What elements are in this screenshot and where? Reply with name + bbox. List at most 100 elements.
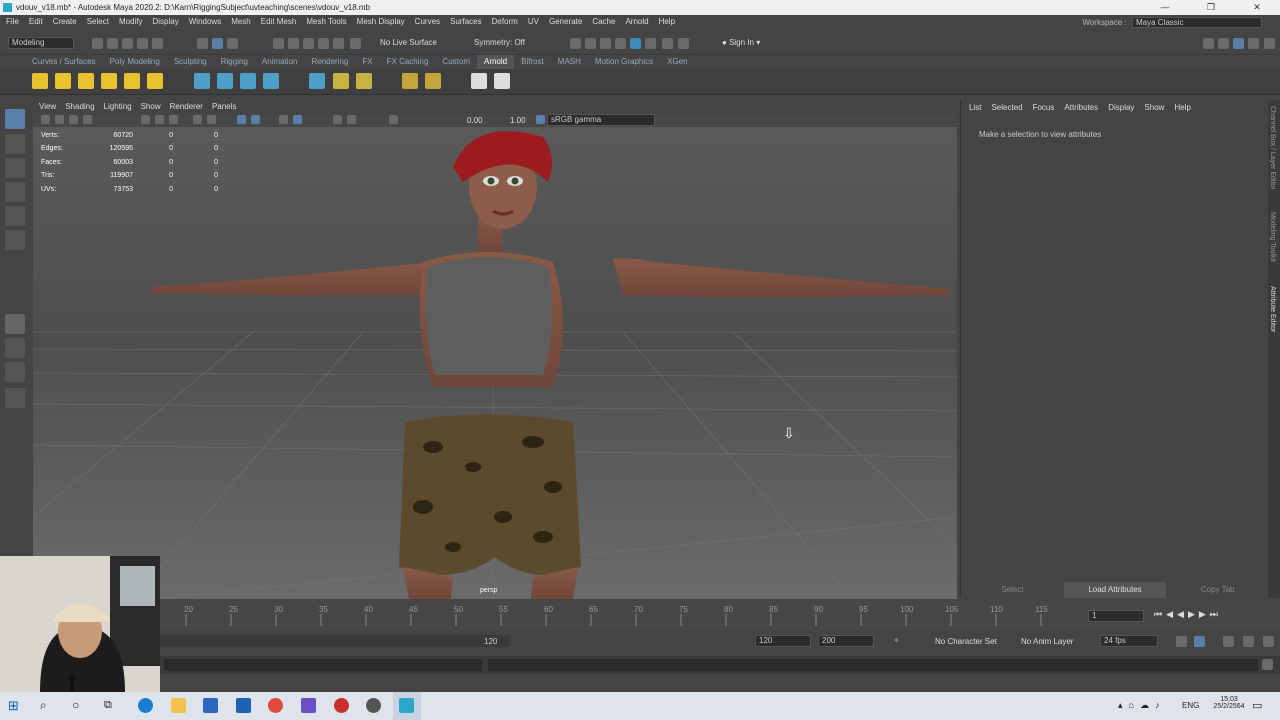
restore-icon[interactable]: ❐ xyxy=(1188,0,1234,15)
menu-generate[interactable]: Generate xyxy=(549,17,582,26)
menu-surfaces[interactable]: Surfaces xyxy=(450,17,482,26)
menu-cache[interactable]: Cache xyxy=(592,17,615,26)
single-view-layout-icon[interactable] xyxy=(5,314,25,334)
menu-curves[interactable]: Curves xyxy=(415,17,440,26)
shelf-tab-poly-modeling[interactable]: Poly Modeling xyxy=(103,55,167,69)
image-plane-icon[interactable] xyxy=(83,115,92,124)
end-frame-field[interactable]: 120 xyxy=(755,635,811,647)
maya-taskbar-button[interactable] xyxy=(393,692,421,720)
language-indicator[interactable]: ENG xyxy=(1182,701,1199,710)
range-slider-end[interactable]: 120 xyxy=(484,637,497,646)
render-view-icon[interactable] xyxy=(570,38,581,49)
create-set-icon[interactable] xyxy=(309,73,325,89)
flush-cache-icon[interactable] xyxy=(402,73,418,89)
sign-in-button[interactable]: ● Sign In ▾ xyxy=(722,38,802,47)
settings-icon[interactable] xyxy=(1263,636,1274,647)
texture-manager-icon[interactable] xyxy=(425,73,441,89)
select-object-icon[interactable] xyxy=(212,38,223,49)
gamma-value[interactable]: 1.00 xyxy=(510,116,526,125)
physical-sky-icon[interactable] xyxy=(147,73,163,89)
arnold-ipr-icon[interactable] xyxy=(662,38,673,49)
modeling-toolkit-icon[interactable] xyxy=(1264,38,1275,49)
open-scene-icon[interactable] xyxy=(107,38,118,49)
color-space-dropdown[interactable]: sRGB gamma xyxy=(547,114,655,126)
pause-icon[interactable] xyxy=(678,38,689,49)
menu-mesh-display[interactable]: Mesh Display xyxy=(357,17,405,26)
paint-select-tool-icon[interactable] xyxy=(5,158,25,178)
workspace-dropdown[interactable]: Maya Classic xyxy=(1132,17,1262,28)
volume-icon[interactable] xyxy=(217,73,233,89)
time-slider[interactable]: 20 25 30 35 40 45 50 55 60 65 70 75 80 8… xyxy=(160,600,1280,630)
tab-channel-box[interactable]: Channel Box / Layer Editor xyxy=(1269,106,1276,190)
animation-preferences-icon[interactable] xyxy=(1194,636,1205,647)
viewport-menu-panels[interactable]: Panels xyxy=(212,102,236,111)
menu-modify[interactable]: Modify xyxy=(119,17,143,26)
sound-icon[interactable] xyxy=(1223,636,1234,647)
viewport-menu-show[interactable]: Show xyxy=(141,102,161,111)
add-to-set-icon[interactable] xyxy=(333,73,349,89)
menu-arnold[interactable]: Arnold xyxy=(625,17,648,26)
curve-collector-icon[interactable] xyxy=(240,73,256,89)
load-attributes-button[interactable]: Load Attributes xyxy=(1063,582,1167,598)
select-tool-icon[interactable] xyxy=(5,109,25,129)
shelf-tab-mash[interactable]: MASH xyxy=(551,55,588,69)
mail-icon[interactable] xyxy=(236,698,251,713)
menu-create[interactable]: Create xyxy=(53,17,77,26)
ae-menu-list[interactable]: List xyxy=(969,103,981,112)
ambient-occlusion-icon[interactable] xyxy=(293,115,302,124)
select-component-icon[interactable] xyxy=(227,38,238,49)
use-all-lights-icon[interactable] xyxy=(251,115,260,124)
cortana-icon[interactable]: ○ xyxy=(72,698,87,713)
shelf-tab-motion-graphics[interactable]: Motion Graphics xyxy=(588,55,660,69)
shadows-icon[interactable] xyxy=(279,115,288,124)
edge-browser-icon[interactable] xyxy=(138,698,153,713)
system-tray-icons[interactable]: ▴⌂☁♪ xyxy=(1118,700,1165,711)
export-standin-icon[interactable] xyxy=(263,73,279,89)
smooth-shade-icon[interactable] xyxy=(207,115,216,124)
auto-key-icon[interactable]: ✦ xyxy=(893,636,900,645)
magnet-icon[interactable] xyxy=(350,38,361,49)
loop-icon[interactable] xyxy=(1176,636,1187,647)
resolution-gate-icon[interactable] xyxy=(169,115,178,124)
arnold-render-icon[interactable] xyxy=(645,38,656,49)
snap-curve-icon[interactable] xyxy=(288,38,299,49)
ae-menu-display[interactable]: Display xyxy=(1108,103,1134,112)
menu-mesh[interactable]: Mesh xyxy=(231,17,251,26)
symmetry-label[interactable]: Symmetry: Off xyxy=(474,38,525,47)
snap-view-icon[interactable] xyxy=(318,38,329,49)
script-editor-icon[interactable] xyxy=(1262,659,1273,670)
viewport-menu-view[interactable]: View xyxy=(39,102,56,111)
menu-edit-mesh[interactable]: Edit Mesh xyxy=(261,17,297,26)
shelf-tab-rendering[interactable]: Rendering xyxy=(304,55,355,69)
standin-icon[interactable] xyxy=(194,73,210,89)
shelf-tab-custom[interactable]: Custom xyxy=(435,55,477,69)
snap-point-icon[interactable] xyxy=(303,38,314,49)
ae-menu-help[interactable]: Help xyxy=(1174,103,1190,112)
current-frame-field[interactable]: 1 xyxy=(1088,610,1144,622)
close-icon[interactable]: ✕ xyxy=(1234,0,1280,15)
hypershade-icon[interactable] xyxy=(630,38,641,49)
rotate-tool-icon[interactable] xyxy=(5,206,25,226)
attribute-editor-icon[interactable] xyxy=(1233,38,1244,49)
two-view-layout-icon[interactable] xyxy=(5,362,25,382)
shelf-tab-bifrost[interactable]: Bifrost xyxy=(514,55,551,69)
shelf-tab-sculpting[interactable]: Sculpting xyxy=(167,55,214,69)
shelf-tab-fx[interactable]: FX xyxy=(355,55,379,69)
save-scene-icon[interactable] xyxy=(122,38,133,49)
fps-dropdown[interactable]: 24 fps xyxy=(1100,635,1158,647)
live-surface-label[interactable]: No Live Surface xyxy=(380,38,437,47)
playback-controls[interactable]: ⏮◀◀▶▶⏭ xyxy=(1154,609,1222,620)
outliner-layout-icon[interactable] xyxy=(1203,38,1214,49)
four-view-layout-icon[interactable] xyxy=(5,338,25,358)
area-light-icon[interactable] xyxy=(32,73,48,89)
menu-uv[interactable]: UV xyxy=(528,17,539,26)
shelf-tab-arnold[interactable]: Arnold xyxy=(476,55,515,69)
teams-icon[interactable] xyxy=(301,698,316,713)
menu-windows[interactable]: Windows xyxy=(189,17,221,26)
menu-edit[interactable]: Edit xyxy=(29,17,43,26)
ae-menu-selected[interactable]: Selected xyxy=(991,103,1022,112)
tab-modeling-toolkit[interactable]: Modeling Toolkit xyxy=(1269,212,1276,262)
render-view-arnold-icon[interactable] xyxy=(471,73,487,89)
copy-tab-button[interactable]: Copy Tab xyxy=(1166,582,1269,598)
search-icon[interactable]: ⌕ xyxy=(40,698,55,713)
